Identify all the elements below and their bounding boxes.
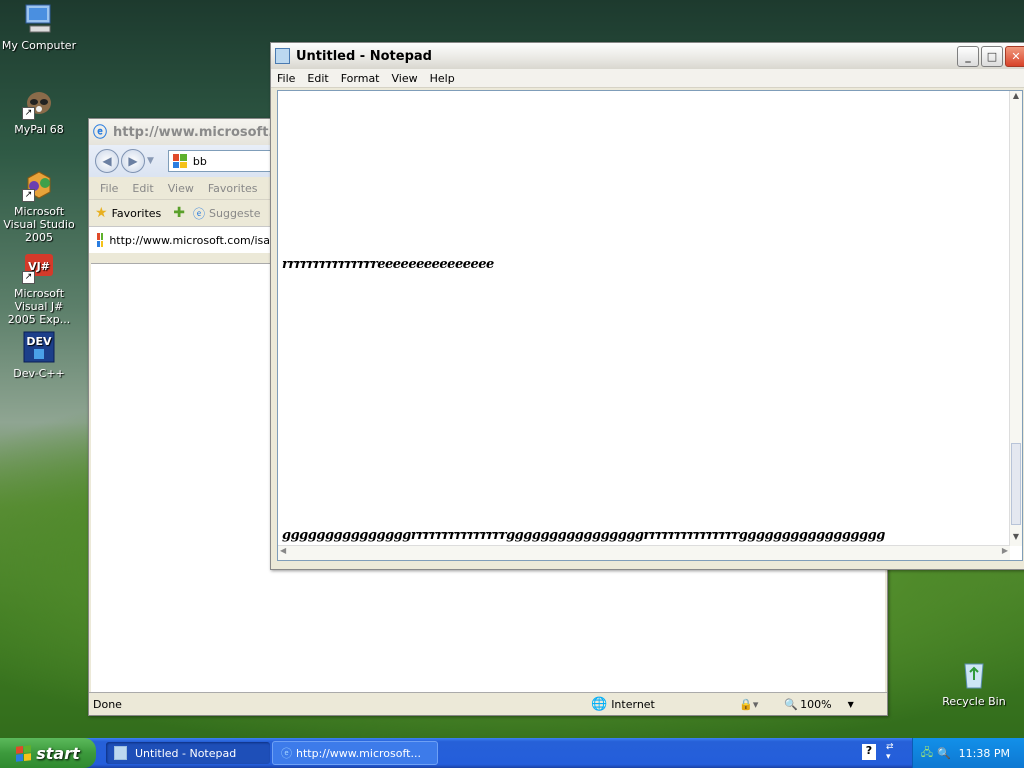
notepad-text-area[interactable]: rrrrrrrrrrrrrrreeeeeeeeeeeeeee ggggggggg… [277,90,1023,561]
zone-label: Internet [611,697,655,711]
desktop-icon-recycle-bin[interactable]: Recycle Bin [935,658,1013,708]
favorites-button[interactable]: Favorites [112,207,162,220]
zoom-dropdown-icon[interactable]: ▼ [848,700,854,709]
forward-button[interactable]: ▶ [121,149,145,173]
desktop-icon-visual-jsharp[interactable]: VJ# ↗ Microsoft Visual J# 2005 Exp... [0,250,78,326]
notepad-title: Untitled - Notepad [296,48,432,64]
shortcut-arrow-icon: ↗ [22,271,35,284]
site-logo-icon [172,154,187,168]
desktop-icon-mypal[interactable]: ↗ MyPal 68 [0,86,78,136]
add-favorite-icon[interactable]: ✚ [173,205,185,221]
notepad-task-icon [114,746,127,760]
close-button[interactable]: ✕ [1005,45,1024,67]
ie-menu-view[interactable]: View [161,182,201,195]
task-label: Untitled - Notepad [135,746,237,760]
start-label: start [36,743,80,763]
ie-page-icon: ⓔ [193,206,206,221]
suggested-sites-link[interactable]: Suggeste [209,207,261,220]
menu-edit[interactable]: Edit [301,72,334,85]
language-bar-icon[interactable]: ? [862,744,876,760]
scroll-up-icon[interactable]: ▲ [1010,91,1022,105]
menu-view[interactable]: View [386,72,424,85]
language-options-icon[interactable]: ⇄ ▾ [886,742,894,762]
back-button[interactable]: ◀ [95,149,119,173]
status-text: Done [93,697,122,711]
text-line: rrrrrrrrrrrrrrreeeeeeeeeeeeeee [282,257,494,272]
system-tray: 🖧 🔍 11:38 PM [912,738,1024,768]
menu-help[interactable]: Help [424,72,461,85]
scroll-thumb[interactable] [1011,443,1021,525]
notepad-window[interactable]: Untitled - Notepad _ □ ✕ File Edit Forma… [270,42,1024,570]
scroll-down-icon[interactable]: ▼ [1010,532,1022,546]
computer-icon [22,2,56,36]
nav-dropdown-icon[interactable]: ▼ [147,156,154,166]
visual-studio-icon: ↗ [22,168,56,202]
favorites-star-icon: ★ [95,205,108,221]
minimize-button[interactable]: _ [957,45,979,67]
menu-file[interactable]: File [271,72,301,85]
raccoon-icon: ↗ [22,86,56,120]
notepad-titlebar[interactable]: Untitled - Notepad _ □ ✕ [271,43,1024,69]
menu-format[interactable]: Format [335,72,386,85]
tab-url: http://www.microsoft.com/isap [109,233,277,247]
desktop-icon-label: MyPal 68 [14,123,64,136]
recycle-bin-icon [957,658,991,692]
vjsharp-icon: VJ# ↗ [22,250,56,284]
ie-statusbar: Done 🌐 Internet 🔒▾ 🔍 100% ▼ [89,692,887,715]
dev-cpp-icon: DEV [22,330,56,364]
task-label: http://www.microsoft... [296,746,421,760]
desktop-icon-dev-cpp[interactable]: DEV Dev-C++ [0,330,78,380]
svg-text:DEV: DEV [26,335,52,348]
network-icon[interactable]: 🖧 [921,744,933,763]
address-text: bb [192,154,207,168]
desktop-icon-label: Dev-C++ [13,367,65,380]
desktop-icon-my-computer[interactable]: My Computer [0,2,78,52]
task-notepad[interactable]: Untitled - Notepad [106,742,270,764]
search-icon[interactable]: 🔍 [937,747,951,760]
ie-menu-file[interactable]: File [93,182,125,195]
taskbar: start Untitled - Notepad ⓔ http://www.mi… [0,738,1024,768]
shortcut-arrow-icon: ↗ [22,189,35,202]
scroll-left-icon[interactable]: ◀ [280,546,286,555]
ie-menu-favorites[interactable]: Favorites [201,182,265,195]
text-line: gggggggggggggggrrrrrrrrrrrrrrrgggggggggg… [282,528,885,543]
shortcut-arrow-icon: ↗ [22,107,35,120]
ie-logo-icon: ⓔ [93,125,107,141]
desktop-icon-label: Recycle Bin [942,695,1006,708]
ie-task-icon: ⓔ [281,747,292,760]
notepad-menubar: File Edit Format View Help [271,69,1024,88]
zoom-level[interactable]: 100% [800,698,831,711]
windows-flag-icon [16,744,32,762]
clock[interactable]: 11:38 PM [959,747,1010,760]
globe-icon: 🌐 [591,696,608,712]
task-ie[interactable]: ⓔ http://www.microsoft... [272,741,438,765]
protected-mode-icon[interactable]: 🔒▾ [739,698,758,711]
notepad-icon [275,48,290,64]
vertical-scrollbar[interactable]: ▲ ▼ [1009,91,1022,546]
desktop-icon-label: Microsoft Visual Studio 2005 [3,205,75,244]
desktop-icon-visual-studio[interactable]: ↗ Microsoft Visual Studio 2005 [0,168,78,244]
maximize-button[interactable]: □ [981,45,1003,67]
tab-logo-icon [97,233,104,247]
desktop-icon-label: My Computer [1,39,77,52]
desktop-icon-label: Microsoft Visual J# 2005 Exp... [7,287,71,326]
ie-menu-edit[interactable]: Edit [125,182,160,195]
ie-tab[interactable]: http://www.microsoft.com/isap [89,226,278,253]
horizontal-scrollbar[interactable]: ◀ ▶ [278,545,1010,560]
zoom-icon: 🔍 [784,697,799,711]
start-button[interactable]: start [0,738,96,768]
scroll-right-icon[interactable]: ▶ [1002,546,1008,555]
